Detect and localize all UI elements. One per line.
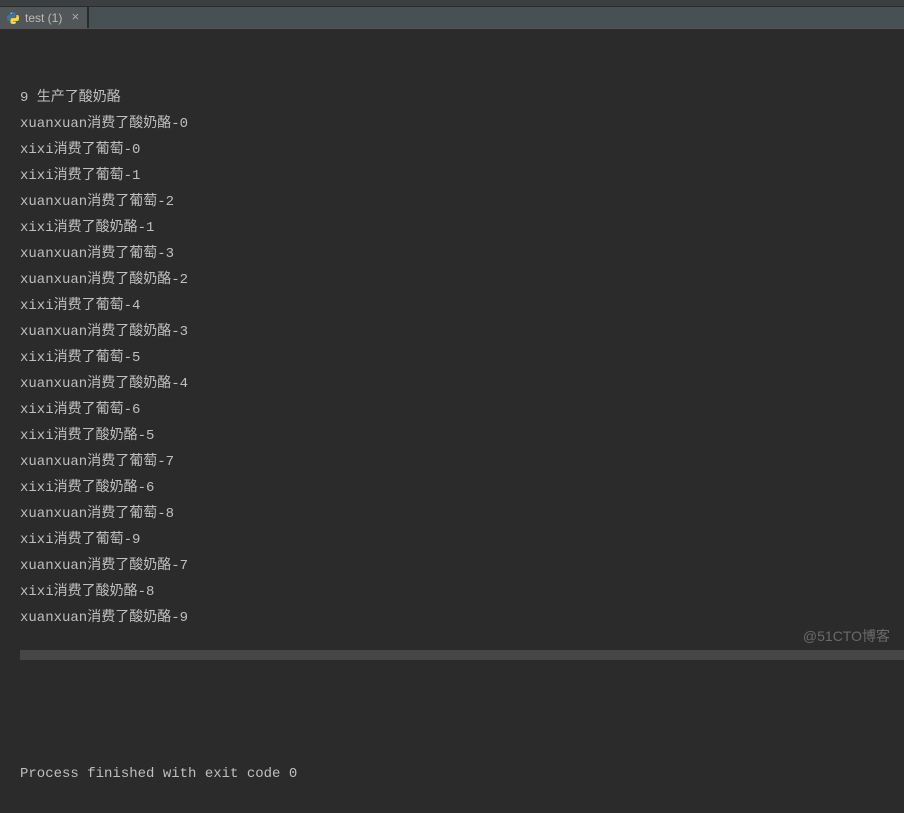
console-line: xixi消费了葡萄-9 xyxy=(20,527,904,553)
console-line: xixi消费了葡萄-4 xyxy=(20,293,904,319)
console-line: xuanxuan消费了酸奶酪-4 xyxy=(20,371,904,397)
watermark: @51CTO博客 xyxy=(803,626,890,646)
console-line: xixi消费了酸奶酪-5 xyxy=(20,423,904,449)
console-line: xixi消费了葡萄-6 xyxy=(20,397,904,423)
console-line: xuanxuan消费了酸奶酪-7 xyxy=(20,553,904,579)
exit-message: Process finished with exit code 0 xyxy=(20,761,904,787)
console-line: xixi消费了酸奶酪-6 xyxy=(20,475,904,501)
console-line: xuanxuan消费了酸奶酪-3 xyxy=(20,319,904,345)
console-line: xixi消费了葡萄-1 xyxy=(20,163,904,189)
console-line: xuanxuan消费了酸奶酪-9 xyxy=(20,605,904,631)
tab-label: test (1) xyxy=(25,11,62,25)
console-line: 9 生产了酸奶酪 xyxy=(20,85,904,111)
close-icon[interactable]: × xyxy=(69,12,81,24)
console-line: xuanxuan消费了葡萄-2 xyxy=(20,189,904,215)
console-line: xixi消费了酸奶酪-8 xyxy=(20,579,904,605)
horizontal-scrollbar[interactable] xyxy=(20,650,904,660)
window-top-strip xyxy=(0,0,904,7)
tab-bar: test (1) × xyxy=(0,7,904,29)
tab-test[interactable]: test (1) × xyxy=(0,7,88,28)
console-line: xuanxuan消费了酸奶酪-2 xyxy=(20,267,904,293)
console-line: xuanxuan消费了葡萄-3 xyxy=(20,241,904,267)
tab-strip-empty xyxy=(88,7,904,28)
console-line: xixi消费了葡萄-0 xyxy=(20,137,904,163)
console-line: xixi消费了葡萄-5 xyxy=(20,345,904,371)
console-line: xuanxuan消费了酸奶酪-0 xyxy=(20,111,904,137)
blank-line xyxy=(20,683,904,709)
python-file-icon xyxy=(6,11,20,25)
console-line: xuanxuan消费了葡萄-7 xyxy=(20,449,904,475)
console-output: 9 生产了酸奶酪xuanxuan消费了酸奶酪-0xixi消费了葡萄-0xixi消… xyxy=(0,29,904,813)
console-line: xixi消费了酸奶酪-1 xyxy=(20,215,904,241)
console-line: xuanxuan消费了葡萄-8 xyxy=(20,501,904,527)
